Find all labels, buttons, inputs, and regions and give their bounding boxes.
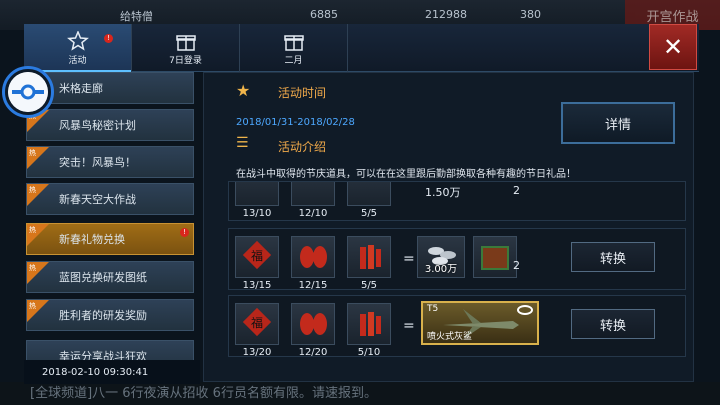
tab-7day-login[interactable]: 7日登录 xyxy=(132,24,240,72)
lantern-icon xyxy=(300,313,327,335)
hot-badge: 热 xyxy=(27,224,49,246)
reward-count: 2 xyxy=(513,184,520,197)
activity-time-title: 活动时间 xyxy=(278,86,327,100)
list-item[interactable]: 热 新春天空大作战 xyxy=(26,183,194,215)
list-item-label: 米格走廊 xyxy=(59,82,103,95)
hud-stat-3: 380 xyxy=(520,8,541,21)
lantern-icon xyxy=(300,246,327,268)
firecracker-icon xyxy=(360,312,381,336)
lantern-item: 12/10 xyxy=(291,182,335,219)
plane-name: 喷火式灰鲨 xyxy=(427,332,473,342)
svg-text:福: 福 xyxy=(251,248,263,263)
hot-badge: 热 xyxy=(27,184,49,206)
firecracker-item: 5/10 xyxy=(347,303,391,358)
exchange-row: 福 13/20 12/20 5/10 = T5 喷火式灰鲨 转换 xyxy=(228,295,686,358)
plane-reward-card[interactable]: T5 喷火式灰鲨 xyxy=(421,301,539,345)
supply-crate-reward xyxy=(473,236,517,278)
plane-tier: T5 xyxy=(427,304,439,314)
list-item[interactable]: 热 胜利者的研发奖励 xyxy=(26,299,194,331)
equals-sign: = xyxy=(403,318,415,334)
lucky-token-item: 福 13/20 xyxy=(235,303,279,358)
notification-badge: ! xyxy=(104,34,113,43)
tab-label: 7日登录 xyxy=(169,55,202,66)
firecracker-icon xyxy=(360,245,381,269)
list-icon: ☰ xyxy=(236,135,249,151)
list-item[interactable]: 热 蓝图兑换研发图纸 xyxy=(26,261,194,293)
gift-icon xyxy=(283,34,304,51)
tab-february[interactable]: 二月 xyxy=(240,24,348,72)
activity-description: 在战斗中取得的节庆道具，可以在在这里跟后勤部换取各种有趣的节日礼品！ xyxy=(236,169,576,180)
hud-stat-1: 6885 xyxy=(310,8,338,21)
close-button[interactable]: ✕ xyxy=(649,24,697,70)
lucky-token-item: 福 13/15 xyxy=(235,236,279,291)
details-button[interactable]: 详情 xyxy=(561,102,675,144)
fu-token-icon: 福 xyxy=(242,307,272,337)
firecracker-item: 5/5 xyxy=(347,236,391,291)
gift-icon xyxy=(175,34,196,51)
date-range: 2018/01/31-2018/02/28 xyxy=(236,117,355,128)
lucky-token-item: 13/10 xyxy=(235,182,279,219)
hud-stat-2: 212988 xyxy=(425,8,467,21)
notification-badge: ! xyxy=(180,228,189,237)
server-time: 2018-02-10 09:30:41 xyxy=(24,360,200,384)
list-item-selected[interactable]: 热 新春礼物兑换 ! xyxy=(26,223,194,255)
reward-amount: 1.50万 xyxy=(425,186,461,199)
list-item[interactable]: 热 风暴鸟秘密计划 xyxy=(26,109,194,141)
menu-toggle-button[interactable] xyxy=(2,66,54,118)
firecracker-item: 5/5 xyxy=(347,182,391,219)
list-item-label: 突击！风暴鸟！ xyxy=(59,156,136,169)
hot-badge: 热 xyxy=(27,262,49,284)
tab-bar: 活动 ! 7日登录 二月 xyxy=(24,24,699,72)
convert-button[interactable]: 转换 xyxy=(571,309,655,339)
equals-sign: = xyxy=(403,251,415,267)
list-item-label: 胜利者的研发奖励 xyxy=(59,309,147,322)
list-item-label: 新春礼物兑换 xyxy=(59,233,125,246)
fu-token-icon: 福 xyxy=(242,240,272,270)
convert-button[interactable]: 转换 xyxy=(571,242,655,272)
hot-badge: 热 xyxy=(27,300,49,322)
exchange-row: 福 13/15 12/15 5/5 = 3.00万 2 转换 xyxy=(228,228,686,291)
list-item-label: 幸运分享战斗狂欢 xyxy=(59,350,147,360)
list-item-label: 蓝图兑换研发图纸 xyxy=(59,271,147,284)
list-item-label: 新春天空大作战 xyxy=(59,193,136,206)
activity-list[interactable]: 米格走廊 热 风暴鸟秘密计划 热 突击！风暴鸟！ 热 新春天空大作战 热 新春礼… xyxy=(22,72,200,360)
list-item-label: 风暴鸟秘密计划 xyxy=(59,119,136,132)
activity-intro-title: 活动介绍 xyxy=(278,140,327,154)
lantern-item: 12/20 xyxy=(291,303,335,358)
list-item[interactable]: 幸运分享战斗狂欢 xyxy=(26,340,194,360)
reward-count: 2 xyxy=(513,259,520,272)
activity-detail-panel: ★ 活动时间 2018/01/31-2018/02/28 ☰ 活动介绍 在战斗中… xyxy=(203,72,694,382)
chat-ticker[interactable]: [全球频道]八一 6行夜演从招收 6行员名额有限。请速报到。 xyxy=(0,382,720,405)
exchange-row: 13/10 12/10 5/5 1.50万 2 xyxy=(228,181,686,221)
svg-text:福: 福 xyxy=(251,315,263,330)
player-name: 给特僧 xyxy=(120,10,153,23)
preview-eye-icon[interactable] xyxy=(517,305,533,315)
lantern-item: 12/15 xyxy=(291,236,335,291)
pokeball-icon xyxy=(8,72,48,112)
tab-activity[interactable]: 活动 ! xyxy=(24,24,132,72)
list-item[interactable]: 热 突击！风暴鸟！ xyxy=(26,146,194,178)
hot-badge: 热 xyxy=(27,147,49,169)
star-badge-icon xyxy=(66,30,89,51)
star-icon: ★ xyxy=(236,81,251,100)
crate-icon xyxy=(481,246,509,270)
tab-label: 活动 xyxy=(68,55,87,66)
tab-label: 二月 xyxy=(284,55,303,66)
silver-coins-reward: 3.00万 xyxy=(417,236,465,278)
